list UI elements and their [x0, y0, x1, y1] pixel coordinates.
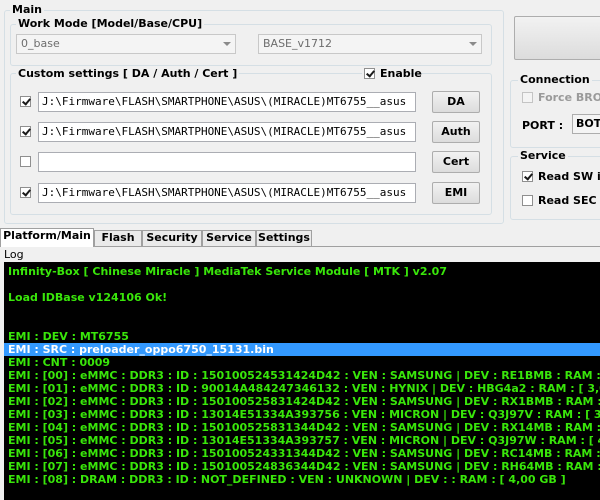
log-line: EMI : [05] : eMMC : DDR3 : ID : 13014E51…	[8, 434, 600, 447]
log-line: EMI : [04] : eMMC : DDR3 : ID : 15010052…	[8, 421, 600, 434]
cert-path-input[interactable]	[38, 152, 416, 172]
custom-settings-title: Custom settings [ DA / Auth / Cert ]	[16, 67, 240, 80]
cert-checkbox[interactable]	[20, 156, 31, 167]
log-line: EMI : SRC : preloader_oppo6750_15131.bin	[4, 343, 600, 356]
log-line: EMI : [02] : eMMC : DDR3 : ID : 15010052…	[8, 395, 600, 408]
log-line: EMI : [07] : eMMC : DDR3 : ID : 15010052…	[8, 460, 600, 473]
tab-flash[interactable]: Flash	[94, 230, 142, 246]
base-select[interactable]: BASE_v1712	[258, 34, 482, 54]
base-select-value: BASE_v1712	[263, 37, 333, 50]
tab-service[interactable]: Service	[202, 230, 256, 246]
log-line: EMI : [08] : DRAM : DDR3 : ID : NOT_DEFI…	[8, 473, 566, 486]
auth-checkbox[interactable]	[20, 126, 31, 137]
port-label: PORT :	[522, 119, 564, 132]
force-brom-checkbox[interactable]	[522, 92, 533, 103]
log-line: EMI : [06] : eMMC : DDR3 : ID : 15010052…	[8, 447, 600, 460]
log-line: EMI : DEV : MT6755	[8, 330, 129, 343]
cert-button[interactable]: Cert	[432, 151, 480, 173]
tab-settings[interactable]: Settings	[256, 230, 312, 246]
emi-path-input[interactable]: J:\Firmware\FLASH\SMARTPHONE\ASUS\(MIRAC…	[38, 183, 416, 203]
model-select[interactable]: 0_base	[16, 34, 236, 54]
service-group	[510, 156, 600, 220]
chevron-down-icon	[469, 42, 477, 46]
da-button[interactable]: DA	[432, 91, 480, 113]
port-select[interactable]: BOTH	[572, 114, 600, 134]
log-line: EMI : [03] : eMMC : DDR3 : ID : 13014E51…	[8, 408, 600, 421]
log-panel[interactable]: Infinity-Box [ Chinese Miracle ] MediaTe…	[4, 262, 600, 500]
enable-label: Enable	[380, 67, 422, 80]
main-group-title: Main	[10, 3, 44, 16]
log-line: Load IDBase v124106 Ok!	[8, 291, 168, 304]
log-line: Infinity-Box [ Chinese Miracle ] MediaTe…	[8, 265, 447, 278]
da-path-input[interactable]: J:\Firmware\FLASH\SMARTPHONE\ASUS\(MIRAC…	[38, 92, 416, 112]
force-brom-label: Force BROM	[538, 91, 600, 104]
connection-title: Connection	[518, 73, 592, 86]
emi-checkbox[interactable]	[20, 187, 31, 198]
read-sec-info-checkbox[interactable]	[522, 195, 533, 206]
enable-checkbox[interactable]: Enable	[362, 67, 422, 80]
read-sec-info-label: Read SEC info	[538, 194, 600, 207]
emi-button[interactable]: EMI	[432, 182, 480, 204]
chevron-down-icon	[223, 42, 231, 46]
log-line: EMI : [00] : eMMC : DDR3 : ID : 15010052…	[8, 369, 600, 382]
service-title: Service	[518, 149, 568, 162]
da-checkbox[interactable]	[20, 96, 31, 107]
auth-path-input[interactable]: J:\Firmware\FLASH\SMARTPHONE\ASUS\(MIRAC…	[38, 122, 416, 142]
auth-button[interactable]: Auth	[432, 121, 480, 143]
read-sw-info-checkbox[interactable]	[522, 171, 533, 182]
log-title: Log	[4, 248, 24, 261]
enable-checkbox-box	[364, 68, 375, 79]
model-select-value: 0_base	[21, 37, 60, 50]
work-mode-title: Work Mode [Model/Base/CPU]	[16, 17, 205, 30]
tab-security[interactable]: Security	[142, 230, 202, 246]
action-button[interactable]	[514, 16, 600, 60]
port-select-value: BOTH	[576, 117, 600, 130]
log-line: EMI : CNT : 0009	[8, 356, 111, 369]
tab-platform-main[interactable]: Platform/Main	[0, 228, 94, 247]
log-line: EMI : [01] : eMMC : DDR3 : ID : 90014A48…	[8, 382, 600, 395]
read-sw-info-label: Read SW info	[538, 170, 600, 183]
